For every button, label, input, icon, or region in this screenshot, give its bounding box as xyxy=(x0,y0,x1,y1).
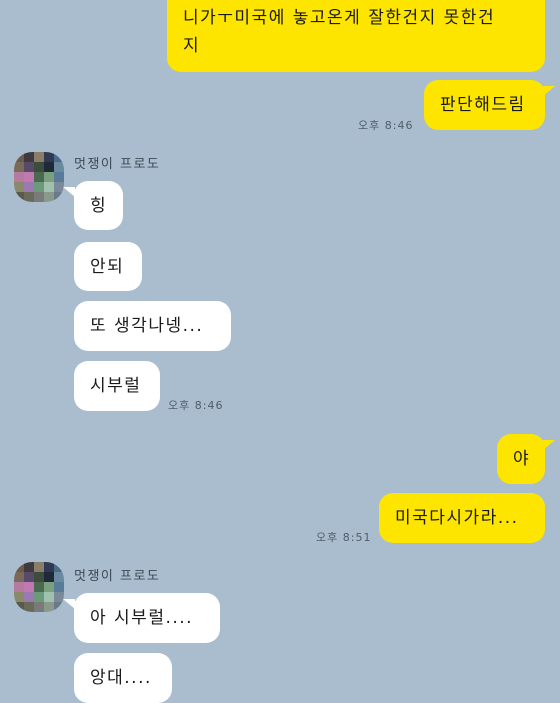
avatar-pixel xyxy=(24,172,34,182)
avatar-pixel xyxy=(14,582,24,592)
avatar-pixel xyxy=(34,182,44,192)
avatar-pixel xyxy=(54,562,64,572)
avatar-pixel xyxy=(44,602,54,612)
sender-name: 멋쟁이 프로도 xyxy=(74,157,161,172)
message-timestamp: 오후 8:51 xyxy=(316,531,372,544)
avatar-pixel xyxy=(54,172,64,182)
avatar-pixel xyxy=(24,192,34,202)
avatar-pixel xyxy=(14,562,24,572)
avatar-pixel xyxy=(24,572,34,582)
avatar-pixel xyxy=(44,572,54,582)
sender-name: 멋쟁이 프로도 xyxy=(74,569,161,584)
avatar-pixel xyxy=(54,152,64,162)
my-message-bubble[interactable]: 니가ㅜ미국에 놓고온게 잘한건지 못한건 지 xyxy=(167,0,545,72)
avatar-pixel xyxy=(24,562,34,572)
avatar-pixel xyxy=(34,162,44,172)
avatar-pixel xyxy=(34,582,44,592)
avatar-pixel xyxy=(44,152,54,162)
avatar-pixel xyxy=(44,592,54,602)
bubble-tail xyxy=(543,440,555,450)
avatar-pixel xyxy=(14,602,24,612)
avatar-pixel xyxy=(44,582,54,592)
message-text: 판단해드림 xyxy=(440,95,526,115)
avatar-pixel xyxy=(44,562,54,572)
avatar-pixel xyxy=(14,162,24,172)
other-message-bubble[interactable]: 힝 xyxy=(74,181,123,230)
avatar-pixel xyxy=(34,592,44,602)
avatar-pixel xyxy=(54,582,64,592)
my-message-bubble[interactable]: 야 xyxy=(497,434,545,484)
avatar-pixel xyxy=(14,572,24,582)
avatar-pixel xyxy=(14,192,24,202)
bubble-tail xyxy=(63,187,75,197)
avatar-pixel xyxy=(54,162,64,172)
message-text: 미국다시가라... xyxy=(395,508,519,528)
avatar-pixel xyxy=(54,572,64,582)
avatar-pixel xyxy=(24,592,34,602)
avatar-pixel xyxy=(34,572,44,582)
avatar-pixel xyxy=(14,172,24,182)
message-text: 니가ㅜ미국에 놓고온게 잘한건지 못한건 xyxy=(183,8,496,28)
message-text: 앙대.... xyxy=(90,668,152,688)
my-message-bubble[interactable]: 미국다시가라... xyxy=(379,493,545,543)
message-text: 지 xyxy=(183,36,201,56)
message-text: 힝 xyxy=(90,195,108,216)
avatar-pixel xyxy=(24,182,34,192)
avatar-pixel xyxy=(34,192,44,202)
avatar-pixel xyxy=(34,602,44,612)
message-text: 아 시부럴.... xyxy=(90,608,194,628)
other-message-bubble[interactable]: 아 시부럴.... xyxy=(74,593,220,643)
message-timestamp: 오후 8:46 xyxy=(168,399,224,412)
other-message-bubble[interactable]: 또 생각나넹... xyxy=(74,301,231,351)
avatar-pixel xyxy=(14,152,24,162)
message-text: 야 xyxy=(513,449,531,469)
avatar-pixel xyxy=(24,602,34,612)
avatar-pixel xyxy=(34,562,44,572)
avatar-pixel xyxy=(14,182,24,192)
avatar-pixel xyxy=(14,592,24,602)
avatar-pixel xyxy=(24,582,34,592)
avatar-pixel xyxy=(34,152,44,162)
avatar-pixel xyxy=(24,152,34,162)
avatar-pixel xyxy=(24,162,34,172)
avatar-pixel xyxy=(34,172,44,182)
profile-avatar[interactable] xyxy=(14,152,64,202)
bubble-tail xyxy=(63,599,75,609)
avatar-pixel xyxy=(44,172,54,182)
message-text: 또 생각나넹... xyxy=(90,316,204,336)
avatar-pixel xyxy=(44,182,54,192)
message-text: 시부럴 xyxy=(90,376,142,396)
profile-avatar[interactable] xyxy=(14,562,64,612)
other-message-bubble[interactable]: 시부럴 xyxy=(74,361,160,411)
bubble-tail xyxy=(543,86,555,96)
my-message-bubble[interactable]: 판단해드림 xyxy=(424,80,545,130)
other-message-bubble[interactable]: 앙대.... xyxy=(74,653,172,703)
avatar-pixel xyxy=(44,192,54,202)
avatar-pixel xyxy=(44,162,54,172)
other-message-bubble[interactable]: 안되 xyxy=(74,242,142,291)
message-timestamp: 오후 8:46 xyxy=(358,119,414,132)
message-text: 안되 xyxy=(90,256,125,277)
